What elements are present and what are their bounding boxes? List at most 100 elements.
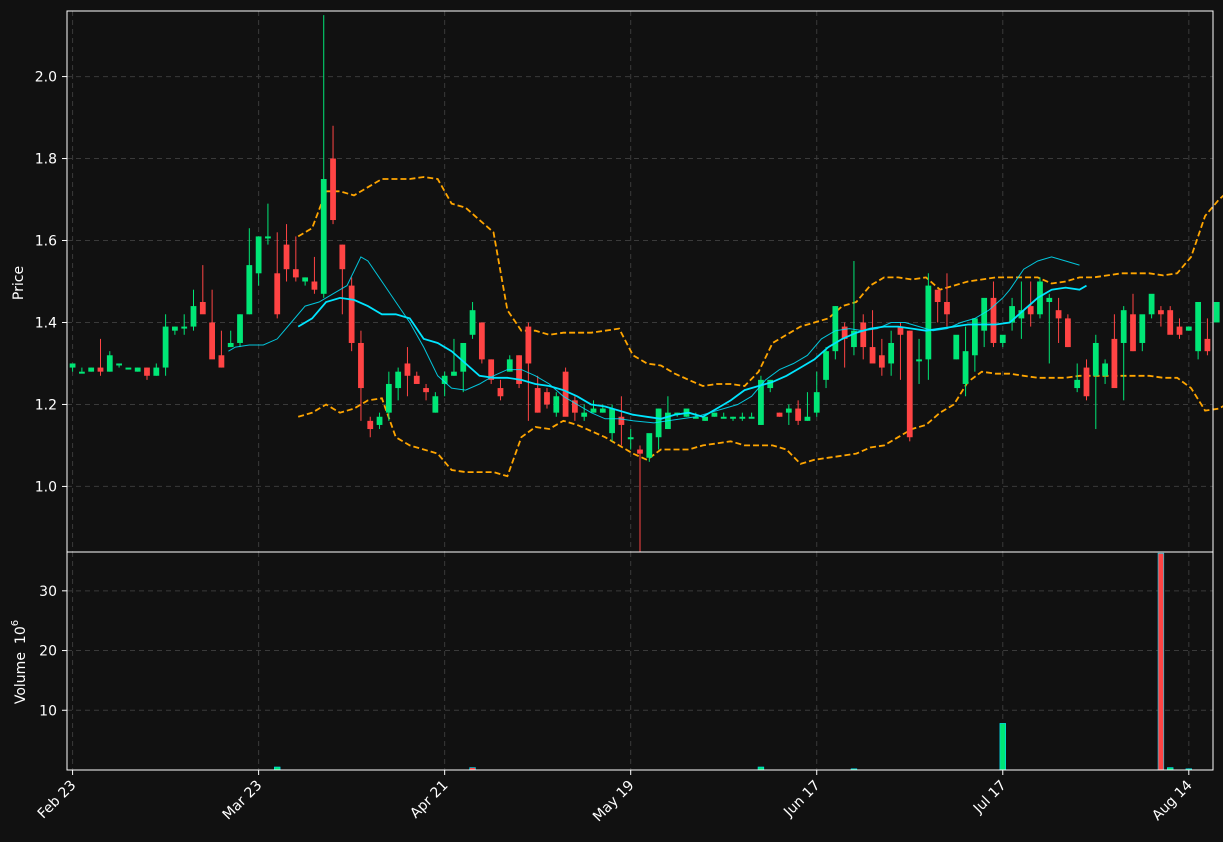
candle-body [237, 314, 243, 343]
candle-body [562, 371, 569, 417]
candle-body [330, 158, 336, 221]
price-tick-label: 1.4 [35, 315, 57, 331]
candle-body [609, 408, 615, 434]
candle-body [153, 367, 160, 376]
candle-body [711, 412, 718, 417]
candle-body [627, 437, 634, 440]
candle-body [730, 416, 736, 419]
candle-body [125, 367, 132, 370]
price-tick-label: 1.8 [35, 152, 57, 168]
candle-body [181, 326, 188, 329]
candle-body [1083, 367, 1090, 397]
candle-body [255, 236, 262, 274]
candle-body [469, 310, 476, 335]
candle-body [795, 408, 802, 421]
candle-body [320, 179, 327, 294]
candle-body [348, 285, 355, 343]
candle-body [69, 363, 76, 368]
candle-body [1102, 363, 1108, 376]
candle-body [376, 416, 383, 425]
candle-body [144, 367, 150, 376]
candle-body [385, 383, 392, 413]
candle-body [534, 388, 541, 413]
candle-body [1111, 338, 1118, 389]
volume-bar [1157, 552, 1165, 771]
candle-body [367, 420, 374, 430]
candle-body [218, 355, 225, 368]
candle-body [497, 388, 504, 397]
volume-axis-label-exponent-power: 6 [10, 620, 21, 626]
candle-body [478, 322, 485, 360]
candle-body [553, 396, 560, 413]
candle-body [1185, 326, 1192, 331]
candle-body [227, 342, 234, 348]
volume-axis-label-group: Volume 106 [10, 620, 29, 704]
price-tick-label: 2.0 [35, 70, 57, 86]
candle-body [292, 269, 299, 278]
candle-body [246, 265, 253, 315]
candle-body [88, 367, 95, 372]
candle-body [916, 359, 922, 362]
candle-body [1204, 338, 1211, 352]
candle-body [944, 301, 950, 315]
candle-body [646, 433, 653, 458]
candle-body [1158, 310, 1164, 315]
candle-body [190, 306, 197, 327]
candle-body [1213, 301, 1220, 323]
candle-body [934, 289, 941, 302]
candle-body [962, 351, 969, 384]
candle-body [720, 416, 727, 419]
volume-axis-label: Volume 106 [10, 620, 29, 704]
candle-body [1167, 310, 1174, 335]
candle-body [860, 322, 867, 348]
candle-body [423, 388, 429, 393]
price-tick-label: 1.2 [35, 397, 57, 413]
candle-body [999, 334, 1006, 343]
candle-body [1195, 301, 1201, 352]
candle-body [544, 392, 550, 405]
candle-body [358, 342, 364, 389]
candle-body [906, 330, 913, 438]
candle-body [116, 363, 122, 366]
candle-body [265, 236, 271, 239]
candle-body [1027, 306, 1034, 315]
candle-body [618, 416, 625, 425]
candle-body [776, 412, 783, 417]
candle-body [869, 347, 876, 364]
candle-body [953, 334, 960, 360]
candle-body [785, 408, 792, 413]
volume-tick-label: 30 [39, 584, 57, 600]
candle-body [432, 396, 439, 413]
candle-body [525, 326, 532, 364]
candle-body [79, 371, 85, 374]
price-axis-label: Price [11, 266, 27, 300]
candle-body [451, 371, 457, 376]
candle-body [1092, 342, 1099, 376]
volume-tick-label: 20 [39, 644, 57, 660]
candle-body [1055, 310, 1062, 319]
candle-body [813, 392, 820, 413]
candle-body [413, 375, 420, 384]
candle-body [460, 342, 467, 372]
candle-body [739, 416, 746, 419]
volume-tick-label: 10 [39, 703, 57, 719]
candle-body [311, 281, 318, 290]
price-tick-label: 1.0 [35, 479, 57, 495]
volume-axis-label-text: Volume [13, 652, 29, 704]
candlestick-chart: 1.01.21.41.61.82.0 102030 Feb 23 Mar 23 Ap… [0, 0, 1223, 842]
candle-body [172, 326, 178, 331]
candle-body [599, 408, 606, 413]
candle-body [134, 367, 141, 372]
candle-body [581, 412, 588, 417]
candle-body [823, 351, 829, 380]
candle-body [1139, 314, 1146, 343]
candle-body [804, 416, 811, 421]
candle-body [302, 277, 309, 282]
candle-body [106, 355, 113, 372]
candle-body [404, 363, 411, 376]
candle-body [1046, 297, 1053, 302]
candle-body [878, 355, 885, 368]
candle-body [1130, 314, 1136, 352]
candle-body [1120, 310, 1127, 343]
candle-body [162, 326, 169, 368]
